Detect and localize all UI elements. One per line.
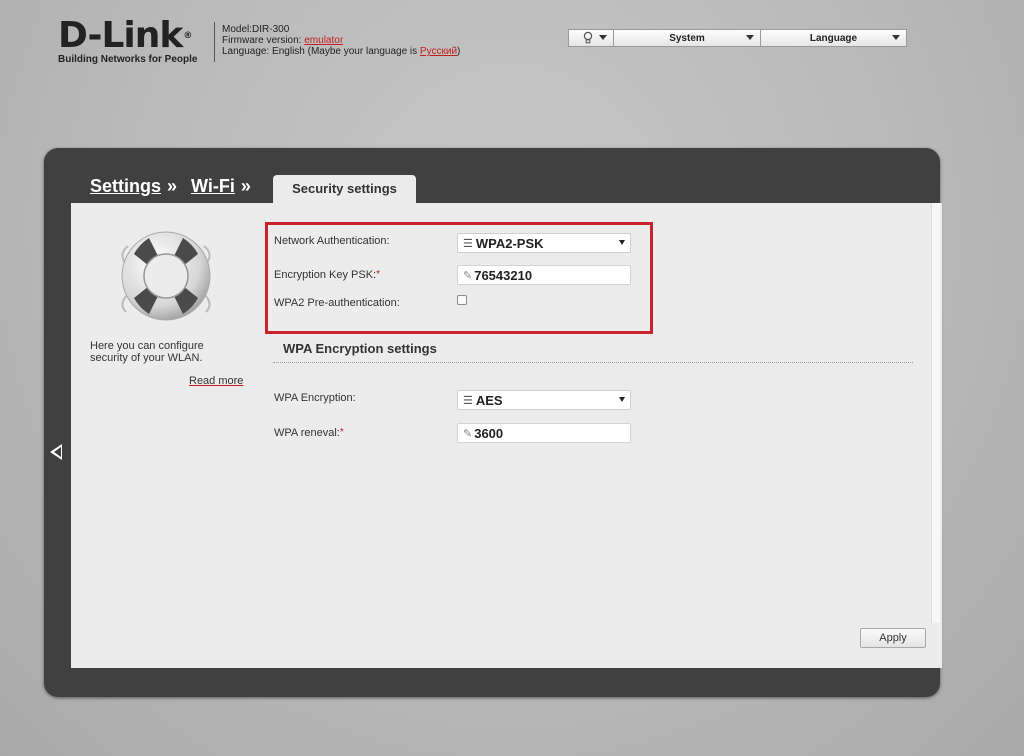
lightbulb-icon: [583, 31, 593, 48]
language-menu[interactable]: Language: [761, 29, 907, 47]
list-icon: ☰: [463, 237, 473, 250]
network-auth-value: WPA2-PSK: [475, 235, 544, 251]
top-menu-bar: System Language: [568, 29, 907, 47]
language-close-paren: ): [457, 46, 461, 57]
required-mark: *: [339, 427, 344, 438]
system-menu-label: System: [669, 32, 705, 44]
pencil-icon: ✎: [463, 269, 473, 282]
psk-value: 76543210: [474, 267, 533, 283]
wpa-encryption-value: AES: [475, 392, 503, 408]
model-label: Model:DIR-300: [222, 24, 290, 35]
breadcrumb-settings[interactable]: Settings: [90, 176, 161, 197]
read-more-link[interactable]: Read more: [189, 375, 243, 387]
chevron-down-icon: [892, 35, 900, 40]
section-divider: [273, 362, 913, 363]
pencil-icon: ✎: [463, 427, 473, 440]
network-auth-select[interactable]: ☰ WPA2-PSK: [457, 233, 631, 253]
psk-label-wrap: Encryption Key PSK:*: [274, 269, 380, 281]
list-icon: ☰: [463, 394, 473, 407]
scrollbar[interactable]: [931, 203, 940, 623]
psk-input[interactable]: ✎ 76543210: [457, 265, 631, 285]
wpa-renewal-label-wrap: WPA reneval:*: [274, 427, 344, 439]
notifications-menu[interactable]: [568, 29, 614, 47]
language-menu-label: Language: [809, 32, 858, 44]
section-title: WPA Encryption settings: [283, 341, 437, 356]
required-mark: *: [376, 269, 381, 280]
chevron-down-icon: [746, 35, 754, 40]
psk-label: Encryption Key PSK:: [274, 269, 377, 281]
apply-button[interactable]: Apply: [860, 628, 926, 648]
dropdown-arrow-icon: [619, 240, 625, 245]
system-menu[interactable]: System: [614, 29, 761, 47]
preauth-label: WPA2 Pre-authentication:: [274, 297, 400, 309]
network-auth-label: Network Authentication:: [274, 235, 390, 247]
tab-security-settings[interactable]: Security settings: [273, 175, 416, 205]
breadcrumb-wifi[interactable]: Wi-Fi: [191, 176, 235, 197]
wpa-encryption-label: WPA Encryption:: [274, 392, 356, 404]
logo-tagline: Building Networks for People: [58, 54, 198, 65]
sidebar-description: Here you can configure security of your …: [90, 340, 204, 364]
back-arrow-icon[interactable]: [50, 444, 62, 460]
breadcrumb-separator: »: [240, 176, 251, 196]
breadcrumb: Settings » Wi-Fi »: [90, 176, 265, 197]
wpa-renewal-label: WPA reneval:: [274, 427, 340, 439]
logo-text: D-Link: [58, 15, 183, 56]
device-info: Model:DIR-300 Firmware version: emulator…: [222, 24, 460, 57]
wpa-renewal-input[interactable]: ✎ 3600: [457, 423, 631, 443]
dlink-logo: D-Link® Building Networks for People: [58, 15, 198, 66]
firmware-label: Firmware version:: [222, 35, 305, 46]
firmware-line: Firmware version: emulator: [222, 35, 460, 46]
language-label: Language: English (Maybe your language i…: [222, 46, 420, 57]
chevron-down-icon: [599, 35, 607, 40]
dropdown-arrow-icon: [619, 397, 625, 402]
header-divider: [214, 22, 215, 62]
breadcrumb-separator: »: [167, 176, 178, 196]
preauth-checkbox[interactable]: [457, 295, 467, 305]
language-suggestion-link[interactable]: Русский: [420, 46, 457, 57]
logo-registered-mark: ®: [183, 31, 192, 41]
wpa-renewal-value: 3600: [474, 425, 504, 441]
language-line: Language: English (Maybe your language i…: [222, 46, 460, 57]
lifebuoy-icon: [114, 224, 218, 331]
firmware-link[interactable]: emulator: [304, 35, 343, 46]
wpa-encryption-select[interactable]: ☰ AES: [457, 390, 631, 410]
